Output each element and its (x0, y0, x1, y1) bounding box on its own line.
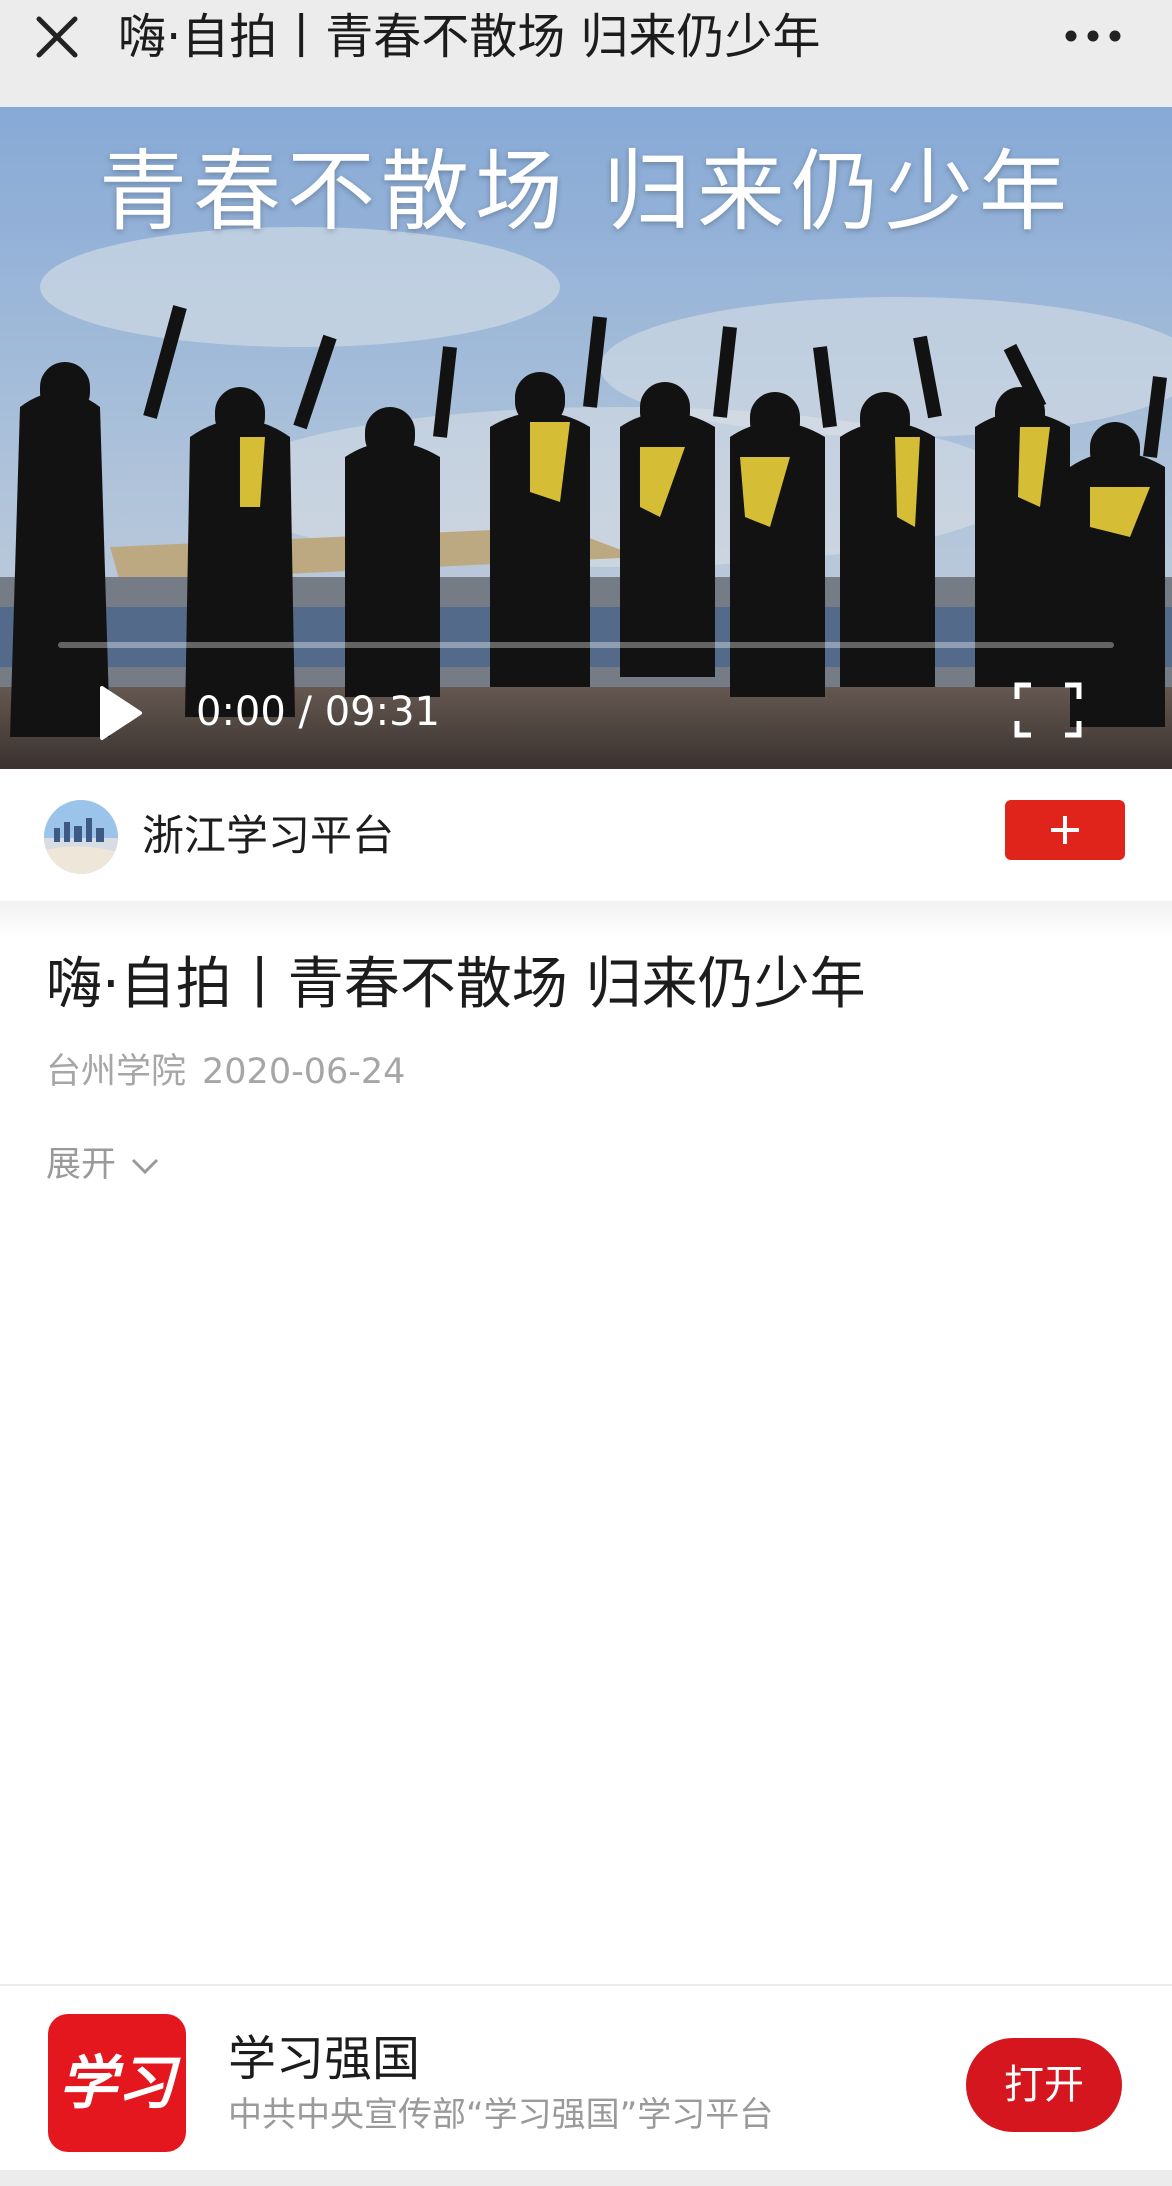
close-icon (36, 16, 78, 58)
more-button[interactable] (1058, 14, 1128, 58)
more-icon (1065, 30, 1121, 42)
fullscreen-icon (1014, 682, 1082, 738)
section-divider (0, 901, 1172, 937)
article-title: 嗨·自拍丨青春不散场 归来仍少年 (46, 952, 866, 1017)
play-button[interactable] (96, 682, 146, 744)
follow-button[interactable] (1005, 800, 1125, 860)
video-overlay-title: 青春不散场 归来仍少年 (99, 140, 1073, 243)
chevron-down-icon (131, 1158, 159, 1175)
account-avatar[interactable] (44, 800, 118, 874)
plus-icon (1051, 816, 1079, 844)
app-logo-text: 学习 (58, 2049, 175, 2117)
article-source: 台州学院 (46, 1052, 187, 1092)
bottom-strip (0, 2170, 1172, 2186)
account-row: 浙江学习平台 (0, 769, 1172, 901)
app-logo: 学习 (48, 2014, 186, 2152)
open-app-button[interactable]: 打开 (966, 2038, 1122, 2132)
app-name: 学习强国 (228, 2031, 421, 2087)
top-bar: 嗨·自拍丨青春不散场 归来仍少年 (0, 0, 1172, 107)
expand-label: 展开 (46, 1145, 117, 1185)
article-date: 2020-06-24 (202, 1052, 406, 1092)
page-title: 嗨·自拍丨青春不散场 归来仍少年 (118, 9, 821, 65)
app-download-banner: 学习 学习强国 中共中央宣传部“学习强国”学习平台 打开 (0, 1984, 1172, 2170)
close-button[interactable] (28, 8, 86, 66)
account-name[interactable]: 浙江学习平台 (142, 805, 394, 867)
video-progress-bar[interactable] (58, 642, 1114, 648)
app-description: 中共中央宣传部“学习强国”学习平台 (228, 2095, 774, 2135)
article-meta: 台州学院 2020-06-24 (46, 1048, 405, 1096)
expand-toggle[interactable]: 展开 (46, 1140, 160, 1190)
avatar-image (44, 800, 118, 874)
video-player[interactable]: 青春不散场 归来仍少年 0:00 / 09:31 (0, 107, 1172, 769)
play-icon (100, 686, 142, 740)
video-time: 0:00 / 09:31 (196, 689, 441, 735)
fullscreen-button[interactable] (1013, 681, 1083, 739)
